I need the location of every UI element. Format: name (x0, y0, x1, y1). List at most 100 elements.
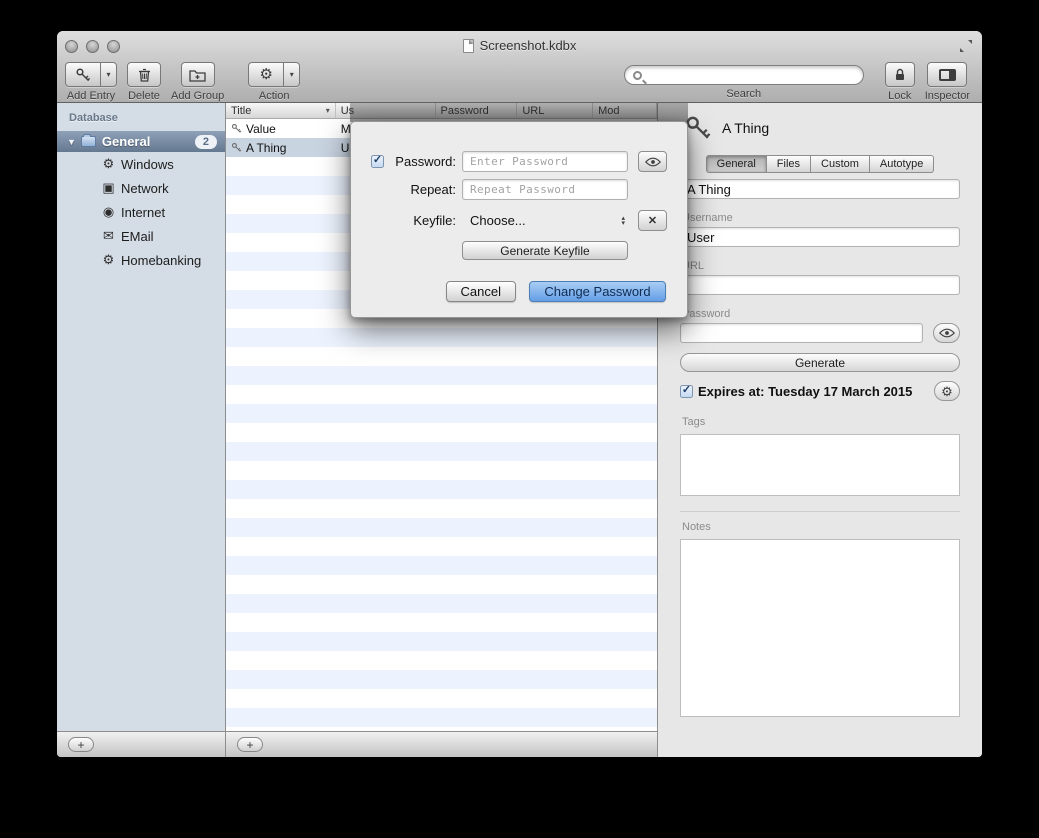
sidebar-item-homebanking[interactable]: ⚙Homebanking (57, 248, 225, 272)
keyfile-value: Choose... (470, 213, 526, 228)
inspector-button[interactable] (927, 62, 967, 87)
toolbar-delete: Delete (127, 62, 161, 102)
empty-row (226, 575, 657, 594)
window-title: Screenshot.kdbx (57, 38, 982, 53)
inspector-header: A Thing (658, 103, 982, 142)
expires-checkbox[interactable]: ✓ (680, 385, 693, 398)
sidebar-item-email[interactable]: ✉EMail (57, 224, 225, 248)
key-icon (231, 123, 242, 134)
dialog-password-input[interactable] (462, 151, 628, 172)
add-entry-dropdown-button[interactable]: ▾ (101, 62, 117, 87)
empty-row (226, 556, 657, 575)
action-button[interactable]: ⚙ (248, 62, 284, 87)
toolbar-label: Inspector (925, 90, 970, 102)
tags-box[interactable] (680, 434, 960, 496)
toolbar-label: Search (726, 88, 761, 100)
fullscreen-icon[interactable] (959, 39, 973, 53)
title-field[interactable] (680, 179, 960, 199)
column-label: Title (231, 105, 251, 117)
empty-row (226, 632, 657, 651)
column-header-title[interactable]: Title▾ (226, 103, 336, 118)
empty-row (226, 708, 657, 727)
disclosure-triangle-icon[interactable]: ▼ (67, 137, 76, 147)
entry-title: A Thing (246, 141, 286, 155)
generate-keyfile-button[interactable]: Generate Keyfile (462, 241, 628, 260)
dialog-reveal-password-button[interactable] (638, 151, 667, 172)
search-input[interactable] (647, 67, 855, 83)
dialog-shadow (350, 103, 688, 122)
lock-icon (893, 67, 907, 82)
key-icon (75, 67, 91, 83)
toolbar-add-entry: ▾ Add Entry (65, 62, 117, 102)
expires-settings-button[interactable]: ⚙ (934, 381, 960, 401)
change-password-button[interactable]: Change Password (529, 281, 666, 302)
toolbar-inspector: Inspector (925, 62, 970, 102)
sidebar-item-windows[interactable]: ⚙Windows (57, 152, 225, 176)
search-field[interactable] (624, 65, 864, 85)
lock-button[interactable] (885, 62, 915, 87)
tags-label: Tags (682, 416, 960, 428)
change-password-dialog: ✓ Password: Repeat: Keyfile: Choose... ▴… (350, 121, 688, 318)
sidebar-item-network[interactable]: ▣ Network (57, 176, 225, 200)
empty-row (226, 385, 657, 404)
password-checkbox[interactable]: ✓ (371, 155, 384, 168)
key-icon (231, 142, 242, 153)
tab-autotype[interactable]: Autotype (870, 155, 934, 173)
generate-password-button[interactable]: Generate (680, 353, 960, 372)
keyfile-popup[interactable]: Choose... ▴▾ (462, 213, 628, 228)
display-icon: ▣ (100, 180, 117, 196)
empty-row (226, 423, 657, 442)
group-label: General (102, 134, 195, 149)
app-window: Screenshot.kdbx ▾ Add Entry (57, 31, 982, 757)
password-field[interactable] (680, 323, 923, 343)
clear-keyfile-button[interactable]: ✕ (638, 210, 667, 231)
empty-row (226, 347, 657, 366)
dialog-password-label: Password: (389, 154, 462, 169)
expires-label: Expires at: Tuesday 17 March 2015 (698, 384, 912, 399)
cancel-button[interactable]: Cancel (446, 281, 516, 302)
empty-row (226, 537, 657, 556)
expires-row: ✓ Expires at: Tuesday 17 March 2015 ⚙ (680, 381, 960, 401)
sidebar-section-header: Database (69, 112, 225, 124)
notes-box[interactable] (680, 539, 960, 717)
window-chrome: Screenshot.kdbx ▾ Add Entry (57, 31, 982, 103)
add-entry-button[interactable] (65, 62, 101, 87)
tab-custom[interactable]: Custom (811, 155, 870, 173)
empty-row (226, 670, 657, 689)
entry-add-button[interactable]: + (237, 737, 263, 752)
stepper-icon: ▴▾ (621, 216, 628, 226)
inspector-panel-icon (939, 69, 956, 81)
reveal-password-button[interactable] (933, 323, 960, 343)
action-dropdown-button[interactable]: ▾ (284, 62, 300, 87)
eye-icon (939, 328, 955, 338)
sidebar-item-label: Network (121, 181, 169, 196)
sidebar-group-general[interactable]: ▼ General 2 (57, 131, 225, 152)
folder-icon (81, 136, 96, 147)
sidebar-add-button[interactable]: + (68, 737, 94, 752)
delete-button[interactable] (127, 62, 161, 87)
inspector-entry-title: A Thing (722, 120, 769, 136)
entry-title-cell: Value (226, 119, 336, 138)
add-group-button[interactable] (181, 62, 215, 87)
tab-files[interactable]: Files (767, 155, 811, 173)
url-field[interactable] (680, 275, 960, 295)
toolbar-label: Delete (128, 90, 160, 102)
trash-icon (137, 67, 152, 83)
toolbar-add-group: Add Group (171, 62, 224, 102)
chevron-down-icon: ▾ (107, 70, 111, 79)
tab-general[interactable]: General (706, 155, 767, 173)
entry-title-cell: A Thing (226, 138, 336, 157)
username-field[interactable] (680, 227, 960, 247)
empty-row (226, 651, 657, 670)
check-icon: ✓ (682, 385, 691, 396)
sidebar-item-internet[interactable]: ◉Internet (57, 200, 225, 224)
dialog-keyfile-label: Keyfile: (389, 213, 462, 228)
entry-list-bottom-bar: + (226, 731, 657, 757)
toolbar-label: Add Entry (67, 90, 115, 102)
empty-row (226, 480, 657, 499)
gear-icon: ⚙ (941, 385, 953, 398)
eye-icon (645, 157, 661, 167)
toolbar-search: Search (624, 62, 864, 100)
dialog-repeat-input[interactable] (462, 179, 628, 200)
sidebar-items: ⚙Windows ▣ Network ◉Internet✉EMail⚙Homebank… (57, 152, 225, 272)
